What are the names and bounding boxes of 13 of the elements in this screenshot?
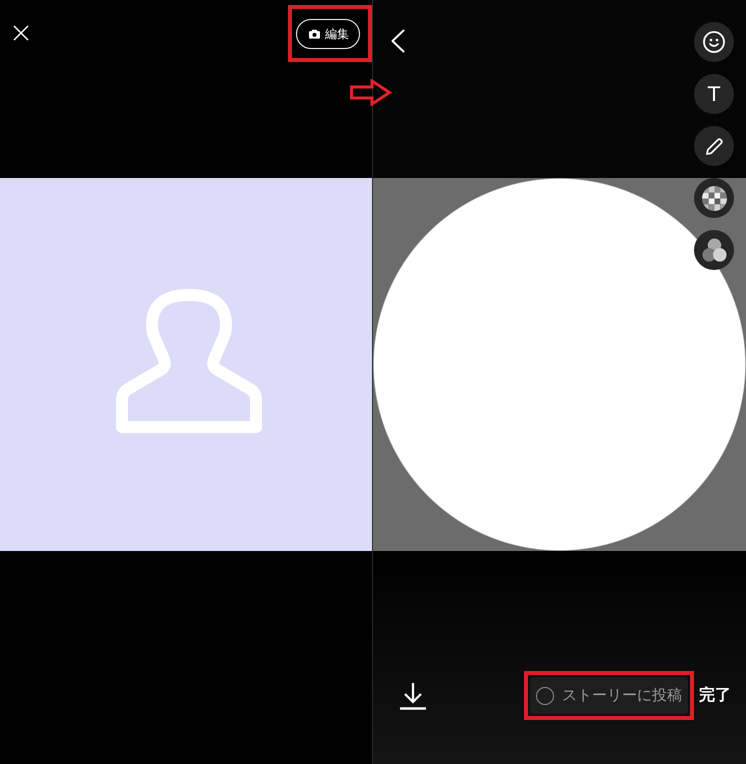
chevron-left-icon[interactable] xyxy=(391,29,405,53)
edit-button[interactable]: 編集 xyxy=(296,19,360,49)
mosaic-icon xyxy=(702,186,726,210)
smiley-icon xyxy=(703,31,725,53)
pencil-icon xyxy=(704,136,724,156)
close-icon[interactable] xyxy=(13,25,29,41)
camera-icon xyxy=(309,29,320,39)
done-button[interactable]: 完了 xyxy=(699,685,731,706)
overlapping-circles-icon xyxy=(702,238,726,262)
annotation-arrow xyxy=(350,79,392,106)
person-silhouette-icon xyxy=(116,288,262,432)
story-post-toggle[interactable]: ストーリーに投稿 xyxy=(530,677,688,714)
download-icon[interactable] xyxy=(400,682,426,710)
